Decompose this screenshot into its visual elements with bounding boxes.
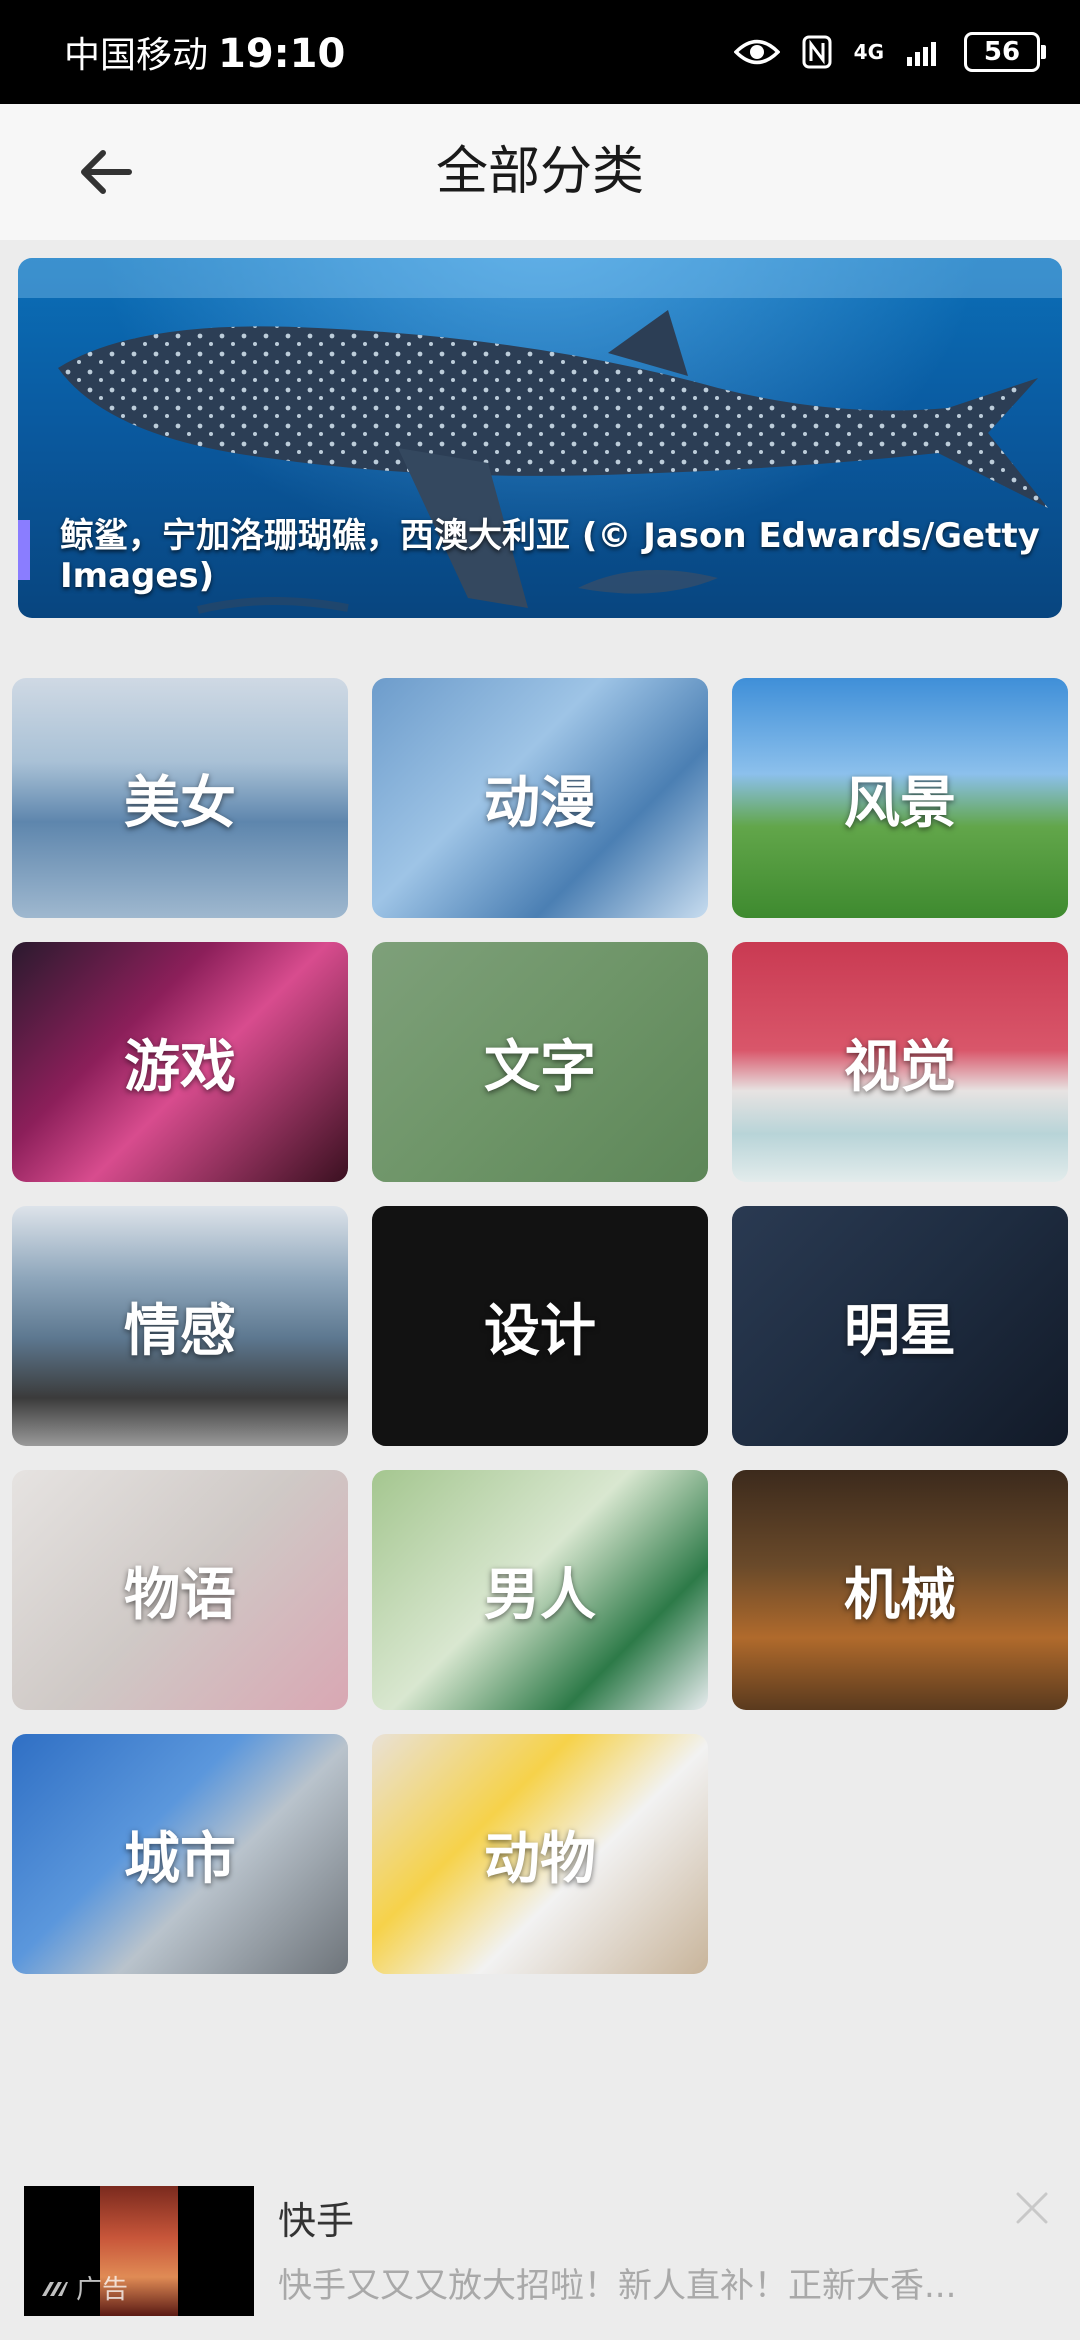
banner-caption: 鲸鲨，宁加洛珊瑚礁，西澳大利亚 (© Jason Edwards/Getty I…: [60, 516, 1040, 596]
category-tile-visual[interactable]: 视觉: [732, 942, 1068, 1182]
battery-icon: 56: [964, 32, 1046, 72]
category-tile-anime[interactable]: 动漫: [372, 678, 708, 918]
category-tile-star[interactable]: 明星: [732, 1206, 1068, 1446]
category-label: 城市: [124, 1826, 236, 1892]
category-label: 视觉: [844, 1034, 956, 1100]
category-tile-men[interactable]: 男人: [372, 1470, 708, 1710]
ad-logo-icon: [42, 2281, 68, 2296]
header: 全部分类: [0, 104, 1080, 240]
ad-banner[interactable]: 广告 快手 快手又又又放大招啦！新人直补！正新大香...: [0, 2160, 1080, 2340]
category-tile-game[interactable]: 游戏: [12, 942, 348, 1182]
category-label: 美女: [124, 770, 236, 836]
category-tile-story[interactable]: 物语: [12, 1470, 348, 1710]
ad-title: 快手: [278, 2199, 355, 2243]
ad-thumbnail[interactable]: 广告: [24, 2186, 254, 2316]
category-label: 男人: [484, 1562, 596, 1628]
category-tile-scenery[interactable]: 风景: [732, 678, 1068, 918]
category-label: 设计: [484, 1298, 596, 1364]
category-label: 明星: [844, 1298, 956, 1364]
page-title: 全部分类: [435, 142, 644, 202]
category-label: 物语: [124, 1562, 236, 1628]
ad-close-button[interactable]: [1012, 2188, 1052, 2228]
status-left: 中国移动 19:10: [64, 26, 345, 78]
banner-accent-bar: [18, 520, 30, 580]
network-type-icon: 4G: [853, 40, 884, 64]
category-label: 游戏: [124, 1034, 236, 1100]
category-grid: 美女 动漫 风景 游戏 文字 视觉 情感 设计 明星 物语 男人 机械 城市 动…: [12, 678, 1068, 1974]
signal-icon: [906, 37, 942, 67]
category-label: 风景: [844, 770, 956, 836]
category-label: 动漫: [484, 770, 596, 836]
category-label: 机械: [844, 1562, 956, 1628]
category-tile-design[interactable]: 设计: [372, 1206, 708, 1446]
category-tile-machine[interactable]: 机械: [732, 1470, 1068, 1710]
category-tile-text[interactable]: 文字: [372, 942, 708, 1182]
status-time: 19:10: [218, 31, 346, 77]
featured-banner[interactable]: 鲸鲨，宁加洛珊瑚礁，西澳大利亚 (© Jason Edwards/Getty I…: [18, 258, 1062, 618]
battery-level: 56: [983, 37, 1021, 67]
status-right: 4G 56: [733, 32, 1046, 72]
nfc-icon: [802, 35, 832, 69]
close-icon: [1016, 2192, 1048, 2224]
category-label: 文字: [484, 1034, 596, 1100]
status-bar: 中国移动 19:10 4G 56: [0, 0, 1080, 104]
category-tile-emotion[interactable]: 情感: [12, 1206, 348, 1446]
carrier-name: 中国移动: [64, 35, 209, 76]
ad-mark: 广告: [40, 2269, 128, 2306]
category-label: 情感: [124, 1298, 236, 1364]
category-tile-city[interactable]: 城市: [12, 1734, 348, 1974]
category-label: 动物: [484, 1826, 596, 1892]
category-tile-animal[interactable]: 动物: [372, 1734, 708, 1974]
eye-icon: [733, 37, 780, 67]
ad-mark-label: 广告: [76, 2275, 129, 2305]
ad-description: 快手又又又放大招啦！新人直补！正新大香...: [278, 2266, 957, 2306]
network-type-label: 4G: [853, 40, 884, 64]
category-tile-beauty[interactable]: 美女: [12, 678, 348, 918]
